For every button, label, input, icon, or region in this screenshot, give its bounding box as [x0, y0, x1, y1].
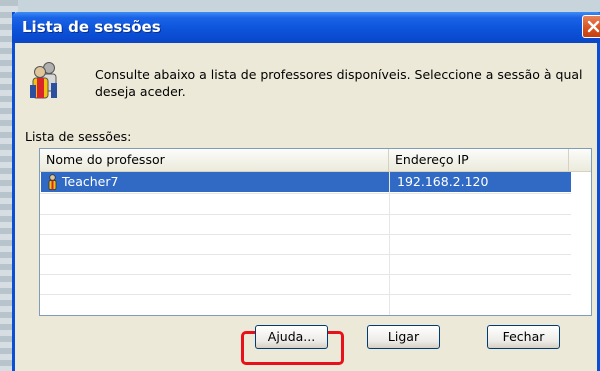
row-gridline [40, 274, 571, 275]
row-gridline [40, 234, 571, 235]
close-window-button[interactable] [582, 15, 600, 38]
row-gridline [40, 254, 571, 255]
intro-text: Consulte abaixo a lista de professores d… [95, 67, 583, 99]
ip-address-cell: 192.168.2.120 [397, 174, 489, 189]
column-header-ip-address[interactable]: Endereço IP [389, 149, 569, 171]
session-list-dialog: Lista de sessões Consulte abaixo a lista… [12, 12, 600, 371]
teacher-name-cell: Teacher7 [62, 174, 119, 189]
title-bar: Lista de sessões [12, 12, 600, 43]
session-listview[interactable]: Nome do professor Endereço IP Teacher7 1… [39, 148, 592, 316]
close-button[interactable]: Fechar [487, 325, 560, 349]
row-gridline [40, 214, 571, 215]
session-list-label: Lista de sessões: [25, 129, 132, 144]
list-header: Nome do professor Endereço IP [40, 149, 591, 172]
connect-button[interactable]: Ligar [367, 325, 440, 349]
people-icon [30, 62, 57, 99]
row-gridline [40, 193, 571, 194]
session-row[interactable]: Teacher7 192.168.2.120 [41, 172, 571, 192]
user-icon [48, 174, 57, 190]
help-button[interactable]: Ajuda... [255, 325, 328, 349]
close-icon [587, 20, 600, 33]
row-gridline [40, 294, 571, 295]
window-title: Lista de sessões [22, 18, 161, 36]
column-header-teacher-name[interactable]: Nome do professor [40, 149, 389, 171]
